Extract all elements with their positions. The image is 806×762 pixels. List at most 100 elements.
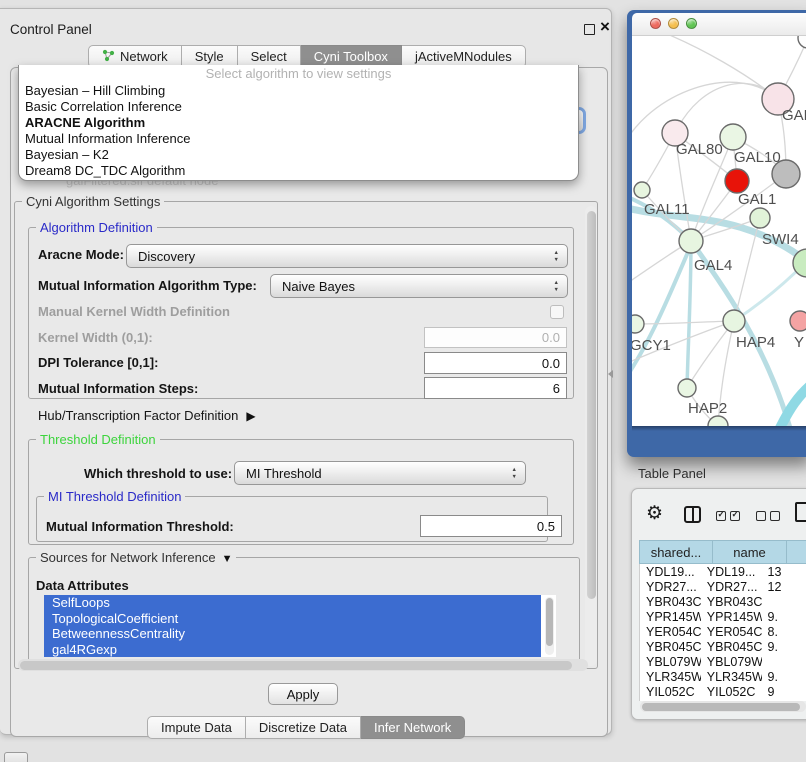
manual-kernel-width-checkbox[interactable]: [550, 305, 564, 319]
expand-right-icon: ▶: [246, 409, 255, 423]
panel-divider-handle-icon[interactable]: [608, 370, 613, 378]
algorithm-menu-item[interactable]: Bayesian – Hill Climbing: [19, 83, 578, 99]
table-row[interactable]: YLR345WYLR345W9.: [640, 669, 806, 684]
attribute-item[interactable]: TopologicalCoefficient: [44, 611, 541, 627]
tab-discretize-data[interactable]: Discretize Data: [246, 716, 361, 739]
tab-label: Select: [251, 49, 287, 64]
apply-button[interactable]: Apply: [268, 683, 338, 705]
unchecked-box-icon: [756, 511, 766, 521]
table-row[interactable]: YPR145WYPR145W9.: [640, 609, 806, 624]
algorithm-menu-item[interactable]: Dream8 DC_TDC Algorithm: [19, 163, 578, 179]
table-cell: YIL052C: [701, 685, 762, 699]
table-cell: 9: [762, 685, 806, 699]
network-edge[interactable]: [635, 321, 734, 324]
column-split-icon[interactable]: [684, 506, 701, 523]
network-node[interactable]: [632, 315, 644, 333]
mi-algorithm-type-label: Mutual Information Algorithm Type:: [38, 278, 257, 294]
network-edge[interactable]: [660, 36, 778, 99]
screen: Control Panel × ▲▼ galFiltered.sif defau…: [0, 0, 806, 762]
table-column-header[interactable]: [787, 540, 806, 564]
attributes-scrollbar-thumb[interactable]: [546, 598, 553, 646]
table-cell: YLR345W: [640, 670, 701, 684]
network-node-label: GAL80: [676, 141, 723, 158]
settings-group-title: Cyni Algorithm Settings: [22, 194, 164, 209]
document-icon[interactable]: [795, 502, 806, 522]
threshold-definition-title: Threshold Definition: [36, 432, 160, 447]
mi-threshold-input[interactable]: 0.5: [420, 515, 562, 537]
attributes-scrollbar[interactable]: [545, 597, 554, 655]
settings-horizontal-scrollbar[interactable]: [18, 659, 588, 671]
network-node-label: GAL4: [694, 257, 732, 274]
network-node[interactable]: [634, 182, 650, 198]
network-node-label: GAL11: [644, 201, 690, 218]
tab-impute-data[interactable]: Impute Data: [147, 716, 246, 739]
settings-vertical-scrollbar[interactable]: [585, 206, 597, 666]
table-horizontal-thumb[interactable]: [642, 703, 800, 711]
aracne-mode-combobox[interactable]: Discovery ▲▼: [126, 244, 568, 268]
hub-section-toggle[interactable]: Hub/Transcription Factor Definition▶: [38, 408, 256, 424]
mi-steps-input[interactable]: 6: [424, 377, 567, 399]
network-node-label: GAL10: [734, 149, 781, 166]
network-node[interactable]: [708, 416, 728, 426]
table-horizontal-scrollbar[interactable]: [640, 701, 806, 712]
control-panel-title: Control Panel: [10, 22, 92, 37]
table-row[interactable]: YDR27...YDR27...12: [640, 579, 806, 594]
zoom-traffic-light[interactable]: [686, 18, 697, 29]
network-node[interactable]: [790, 311, 806, 331]
which-threshold-combobox[interactable]: MI Threshold ▲▼: [234, 461, 526, 485]
dpi-tolerance-input[interactable]: 0.0: [424, 352, 567, 374]
table-column-header[interactable]: shared...: [639, 540, 713, 564]
deselect-all-icon[interactable]: [756, 511, 780, 521]
select-all-icon[interactable]: [716, 511, 740, 521]
algorithm-menu-item[interactable]: Bayesian – K2: [19, 147, 578, 163]
data-attributes-list[interactable]: SelfLoopsTopologicalCoefficientBetweenne…: [44, 595, 556, 657]
minimize-traffic-light[interactable]: [668, 18, 679, 29]
network-node[interactable]: [723, 310, 745, 332]
network-node-label: SWI4: [762, 231, 799, 248]
network-node[interactable]: [720, 124, 746, 150]
algorithm-menu-item[interactable]: Basic Correlation Inference: [19, 99, 578, 115]
settings-vertical-thumb[interactable]: [587, 211, 596, 599]
network-node[interactable]: [725, 169, 749, 193]
attribute-item[interactable]: BetweennessCentrality: [44, 626, 541, 642]
aracne-mode-label: Aracne Mode:: [38, 247, 124, 263]
network-node[interactable]: [678, 379, 696, 397]
kernel-width-input[interactable]: 0.0: [424, 327, 567, 348]
algorithm-menu-item[interactable]: Mutual Information Inference: [19, 131, 578, 147]
table-row[interactable]: YBL079WYBL079W: [640, 654, 806, 669]
table-row[interactable]: YIL052CYIL052C9: [640, 684, 806, 699]
mi-algorithm-type-combobox[interactable]: Naive Bayes ▲▼: [270, 274, 568, 298]
table-cell: 12: [762, 580, 806, 594]
close-icon[interactable]: ×: [600, 17, 610, 37]
table-cell: YBR045C: [640, 640, 701, 654]
attribute-item[interactable]: SelfLoops: [44, 595, 541, 611]
mi-steps-label: Mutual Information Steps:: [38, 381, 198, 397]
network-canvas[interactable]: GALGAL80GAL10GAL1GAL11SWI4GAL4HAP4YGCY1H…: [632, 36, 806, 426]
table-row[interactable]: YER054CYER054C8.: [640, 624, 806, 639]
network-edge[interactable]: [687, 241, 691, 388]
table-cell: YBL079W: [701, 655, 762, 669]
gear-icon[interactable]: ⚙: [646, 503, 663, 525]
network-window-titlebar[interactable]: [632, 13, 806, 36]
network-node-label: HAP4: [736, 334, 775, 351]
network-node[interactable]: [798, 36, 806, 48]
table-column-header[interactable]: name: [713, 540, 787, 564]
table-cell: YBL079W: [640, 655, 701, 669]
float-window-icon[interactable]: [584, 24, 595, 35]
settings-horizontal-thumb[interactable]: [20, 661, 572, 670]
table-row[interactable]: YBR043CYBR043C: [640, 594, 806, 609]
table-cell: 9.: [762, 670, 806, 684]
clipped-corner-button[interactable]: [4, 752, 28, 762]
sources-group-toggle[interactable]: Sources for Network Inference▼: [36, 550, 236, 567]
attribute-item[interactable]: gal4RGexp: [44, 642, 541, 658]
sources-group-title: Sources for Network Inference: [40, 550, 216, 565]
network-node[interactable]: [750, 208, 770, 228]
algorithm-menu-item[interactable]: ARACNE Algorithm: [19, 115, 578, 131]
table-row[interactable]: YBR045CYBR045C9.: [640, 639, 806, 654]
network-node[interactable]: [679, 229, 703, 253]
table-cell: YDR27...: [701, 580, 762, 594]
tab-label: jActiveMNodules: [415, 49, 512, 64]
tab-infer-network[interactable]: Infer Network: [361, 716, 465, 739]
table-row[interactable]: YDL19...YDL19...13: [640, 564, 806, 579]
close-traffic-light[interactable]: [650, 18, 661, 29]
